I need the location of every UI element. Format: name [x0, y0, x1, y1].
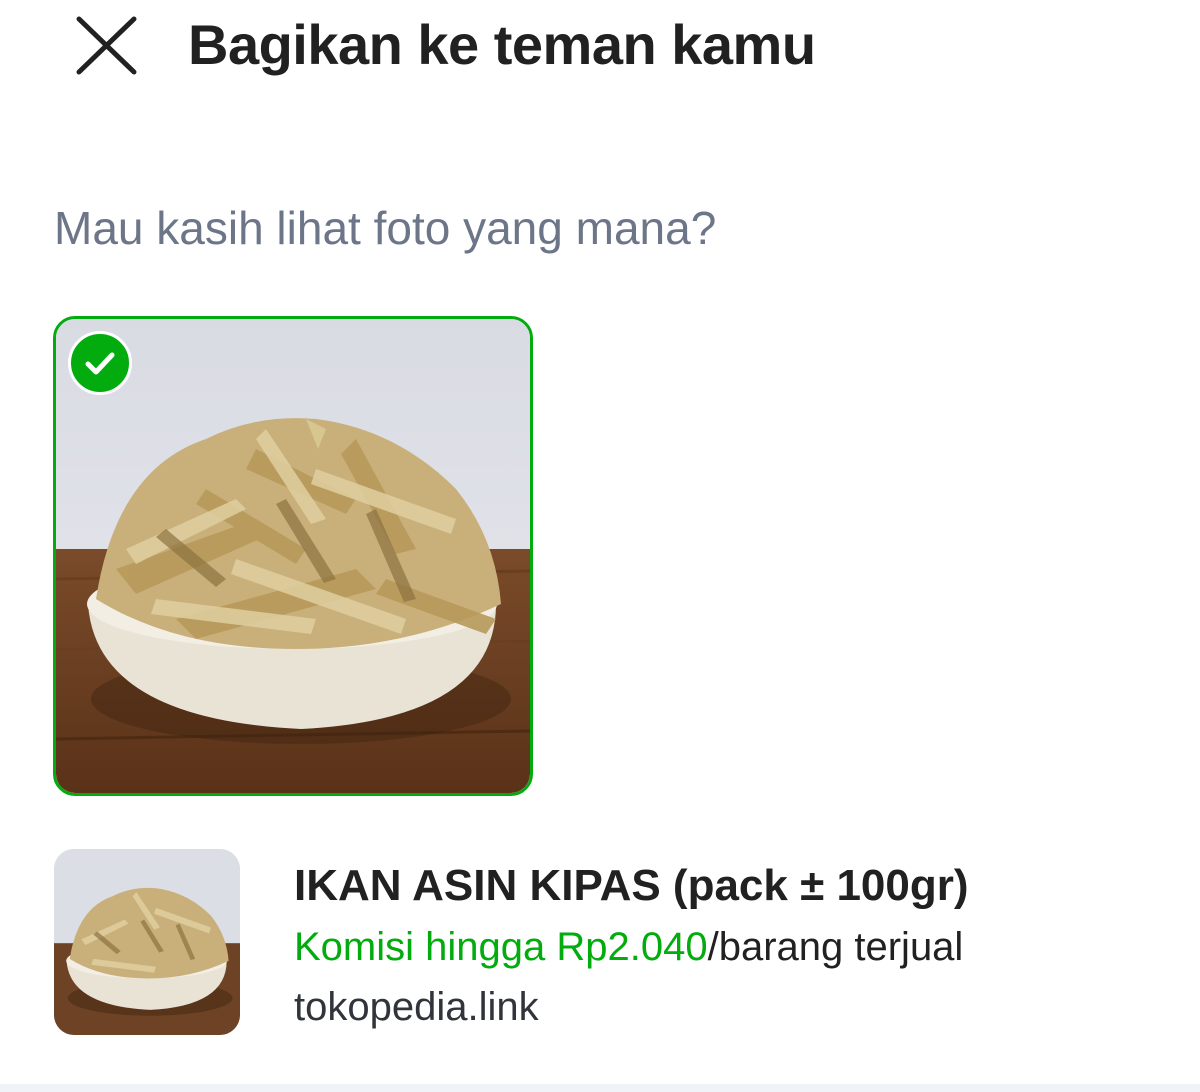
- product-thumbnail: [54, 849, 240, 1035]
- check-icon: [85, 352, 115, 375]
- close-icon: [76, 16, 137, 75]
- bottom-divider: [0, 1084, 1200, 1092]
- commission-text: Komisi hingga Rp2.040/barang terjual: [294, 920, 963, 974]
- commission-suffix: /barang terjual: [707, 925, 964, 969]
- header: Bagikan ke teman kamu: [0, 0, 1200, 100]
- product-summary: IKAN ASIN KIPAS (pack ± 100gr) Komisi hi…: [0, 840, 1200, 1050]
- selected-check-badge: [68, 331, 132, 395]
- commission-amount: Komisi hingga Rp2.040: [294, 925, 708, 969]
- product-link-domain: tokopedia.link: [294, 985, 539, 1029]
- product-thumbnail-image: [54, 849, 240, 1035]
- page-title: Bagikan ke teman kamu: [188, 13, 816, 76]
- photo-select-prompt: Mau kasih lihat foto yang mana?: [54, 202, 717, 254]
- close-button[interactable]: [70, 14, 142, 80]
- product-name: IKAN ASIN KIPAS (pack ± 100gr): [294, 861, 969, 910]
- photo-option-1[interactable]: [53, 316, 533, 796]
